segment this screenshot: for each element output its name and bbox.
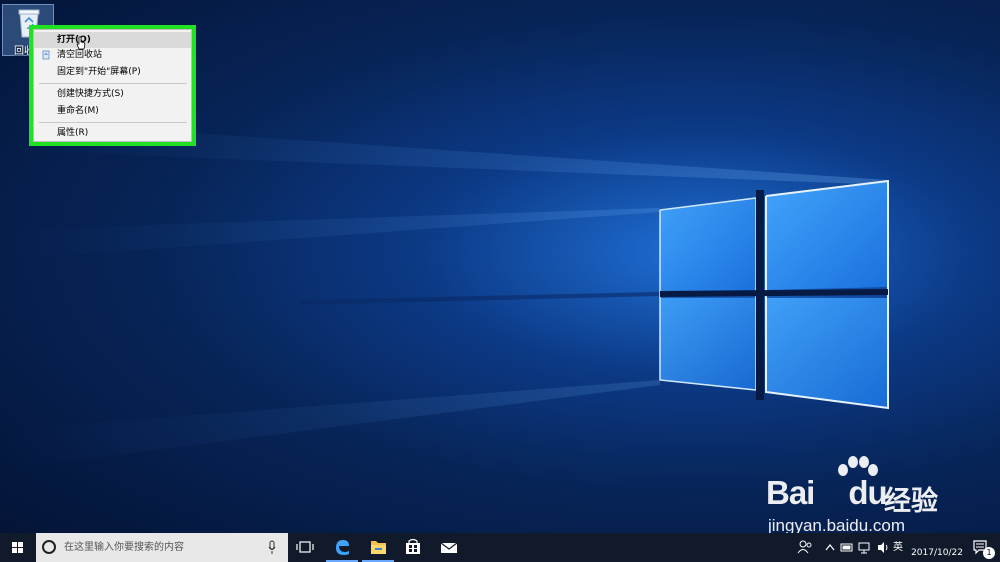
volume-icon	[878, 542, 888, 553]
file-explorer-taskbar-button[interactable]	[362, 533, 394, 562]
mail-taskbar-button[interactable]	[434, 533, 464, 562]
battery-button[interactable]	[840, 533, 854, 562]
task-view-icon	[296, 541, 314, 553]
watermark-product: 经验	[884, 486, 938, 517]
edge-icon	[336, 540, 349, 555]
store-icon	[406, 538, 420, 554]
mail-icon	[440, 542, 458, 553]
menu-item-properties[interactable]: 属性(R)	[34, 125, 191, 141]
recycle-bin-small-icon	[42, 50, 50, 60]
volume-button[interactable]	[876, 533, 890, 562]
hand-cursor-icon	[76, 36, 86, 50]
baidu-watermark: Bai du 经验 jingyan.baidu.com	[766, 456, 956, 536]
baidu-paw-icon	[838, 456, 878, 476]
chevron-up-icon	[825, 544, 835, 551]
network-icon	[858, 542, 870, 554]
menu-item-pin-to-start[interactable]: 固定到"开始"屏幕(P)	[34, 64, 191, 80]
menu-item-properties-label: 属性(R)	[57, 128, 89, 138]
microphone-icon[interactable]	[268, 540, 276, 555]
taskbar: 在这里输入你要搜索的内容 英 2017/10/22 1	[0, 533, 1000, 562]
edge-taskbar-button[interactable]	[326, 533, 358, 562]
input-language-indicator[interactable]: 英	[893, 533, 903, 562]
context-menu: 打开(O) 清空回收站 固定到"开始"屏幕(P) 创建快捷方式(S) 重命名(M…	[33, 29, 192, 142]
network-button[interactable]	[858, 533, 872, 562]
action-center-button[interactable]: 1	[966, 533, 1000, 562]
menu-item-pin-label: 固定到"开始"屏幕(P)	[57, 67, 141, 77]
taskbar-clock[interactable]: 2017/10/22	[908, 533, 966, 562]
store-taskbar-button[interactable]	[398, 533, 428, 562]
task-view-button[interactable]	[292, 533, 318, 562]
cortana-icon	[42, 540, 56, 554]
search-box[interactable]: 在这里输入你要搜索的内容	[36, 533, 288, 562]
windows-logo-icon	[12, 542, 23, 553]
people-icon	[797, 540, 812, 554]
menu-item-rename-label: 重命名(M)	[57, 106, 99, 116]
menu-item-shortcut-label: 创建快捷方式(S)	[57, 89, 124, 99]
search-input[interactable]: 在这里输入你要搜索的内容	[64, 533, 184, 562]
menu-item-create-shortcut[interactable]: 创建快捷方式(S)	[34, 86, 191, 102]
menu-separator	[39, 83, 187, 84]
show-hidden-icons-button[interactable]	[824, 533, 836, 562]
notification-count-badge: 1	[983, 547, 995, 559]
clock-date: 2017/10/22	[911, 548, 963, 558]
menu-separator	[39, 122, 187, 123]
menu-item-empty-label: 清空回收站	[57, 50, 103, 60]
menu-item-rename[interactable]: 重命名(M)	[34, 103, 191, 119]
battery-icon	[840, 543, 853, 552]
file-explorer-icon	[371, 541, 386, 554]
start-button[interactable]	[0, 533, 36, 562]
menu-item-open[interactable]: 打开(O)	[34, 32, 191, 48]
menu-item-empty-recycle-bin[interactable]: 清空回收站	[34, 47, 191, 63]
people-button[interactable]	[796, 533, 814, 562]
watermark-brand-bai: Bai	[766, 474, 815, 511]
notification-icon	[973, 540, 987, 555]
